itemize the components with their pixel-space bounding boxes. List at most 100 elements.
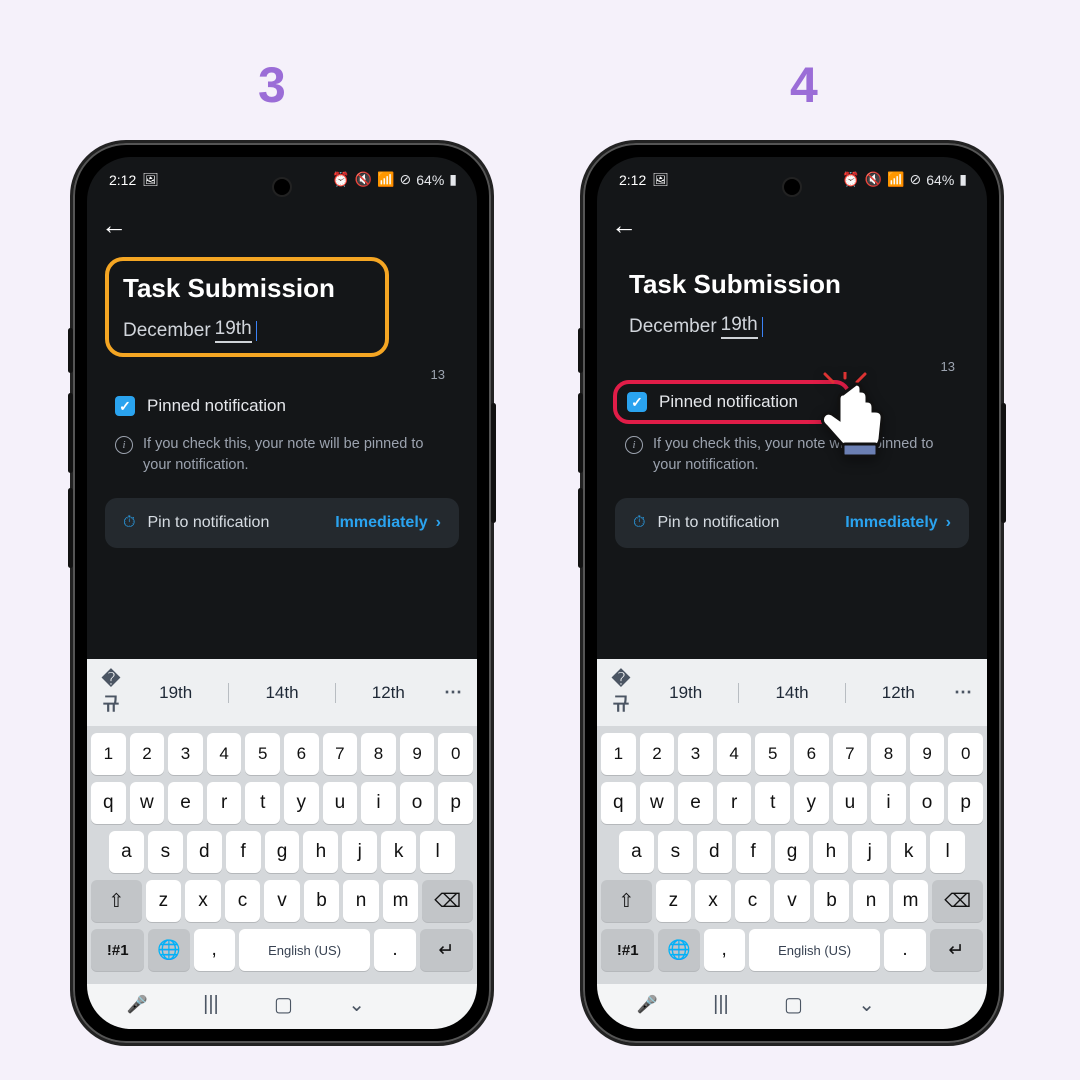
key-q[interactable]: q bbox=[601, 782, 636, 824]
back-arrow-icon[interactable]: ← bbox=[611, 210, 637, 241]
key-9[interactable]: 9 bbox=[400, 733, 435, 775]
key-l[interactable]: l bbox=[930, 831, 965, 873]
key-w[interactable]: w bbox=[640, 782, 675, 824]
key-7[interactable]: 7 bbox=[833, 733, 868, 775]
key-4[interactable]: 4 bbox=[207, 733, 242, 775]
comma-key[interactable]: , bbox=[704, 929, 745, 971]
key-x[interactable]: x bbox=[695, 880, 731, 922]
key-r[interactable]: r bbox=[207, 782, 242, 824]
symbols-key[interactable]: !#1 bbox=[601, 929, 654, 971]
key-1[interactable]: 1 bbox=[91, 733, 126, 775]
key-q[interactable]: q bbox=[91, 782, 126, 824]
key-y[interactable]: y bbox=[794, 782, 829, 824]
key-f[interactable]: f bbox=[736, 831, 771, 873]
key-c[interactable]: c bbox=[225, 880, 261, 922]
key-n[interactable]: n bbox=[343, 880, 379, 922]
key-z[interactable]: z bbox=[146, 880, 182, 922]
key-3[interactable]: 3 bbox=[678, 733, 713, 775]
key-z[interactable]: z bbox=[656, 880, 692, 922]
space-key[interactable]: English (US) bbox=[239, 929, 371, 971]
key-p[interactable]: p bbox=[438, 782, 473, 824]
pinned-checkbox-icon[interactable]: ✓ bbox=[115, 396, 135, 416]
key-8[interactable]: 8 bbox=[361, 733, 396, 775]
key-h[interactable]: h bbox=[303, 831, 338, 873]
key-v[interactable]: v bbox=[264, 880, 300, 922]
key-0[interactable]: 0 bbox=[438, 733, 473, 775]
pinned-checkbox-icon[interactable]: ✓ bbox=[627, 392, 647, 412]
recents-nav-icon[interactable]: ||| bbox=[203, 993, 219, 1016]
key-c[interactable]: c bbox=[735, 880, 771, 922]
space-key[interactable]: English (US) bbox=[749, 929, 881, 971]
key-s[interactable]: s bbox=[148, 831, 183, 873]
key-4[interactable]: 4 bbox=[717, 733, 752, 775]
key-g[interactable]: g bbox=[265, 831, 300, 873]
home-nav-icon[interactable]: ▢ bbox=[274, 992, 293, 1017]
key-t[interactable]: t bbox=[755, 782, 790, 824]
key-j[interactable]: j bbox=[852, 831, 887, 873]
globe-key-icon[interactable]: 🌐 bbox=[658, 929, 699, 971]
pin-schedule-row[interactable]: ⏱ Pin to notification Immediately › bbox=[105, 498, 459, 548]
key-p[interactable]: p bbox=[948, 782, 983, 824]
key-5[interactable]: 5 bbox=[245, 733, 280, 775]
home-nav-icon[interactable]: ▢ bbox=[784, 992, 803, 1017]
note-body-input[interactable]: December 19th bbox=[629, 314, 955, 339]
comma-key[interactable]: , bbox=[194, 929, 235, 971]
shift-key-icon[interactable]: ⇧ bbox=[91, 880, 142, 922]
note-body-input[interactable]: December 19th bbox=[123, 318, 371, 343]
suggestion-2[interactable]: 14th bbox=[229, 683, 334, 703]
key-u[interactable]: u bbox=[323, 782, 358, 824]
note-title-input[interactable]: Task Submission bbox=[629, 269, 955, 300]
key-v[interactable]: v bbox=[774, 880, 810, 922]
key-1[interactable]: 1 bbox=[601, 733, 636, 775]
key-i[interactable]: i bbox=[361, 782, 396, 824]
key-e[interactable]: e bbox=[168, 782, 203, 824]
suggestion-more-icon[interactable]: ⋯ bbox=[441, 682, 465, 703]
pin-schedule-row[interactable]: ⏱ Pin to notification Immediately › bbox=[615, 498, 969, 548]
highlight-pinned-row[interactable]: ✓ Pinned notification bbox=[613, 380, 851, 424]
suggestion-1[interactable]: 19th bbox=[123, 683, 228, 703]
key-u[interactable]: u bbox=[833, 782, 868, 824]
key-h[interactable]: h bbox=[813, 831, 848, 873]
key-f[interactable]: f bbox=[226, 831, 261, 873]
key-j[interactable]: j bbox=[342, 831, 377, 873]
key-r[interactable]: r bbox=[717, 782, 752, 824]
key-e[interactable]: e bbox=[678, 782, 713, 824]
key-w[interactable]: w bbox=[130, 782, 165, 824]
key-7[interactable]: 7 bbox=[323, 733, 358, 775]
key-g[interactable]: g bbox=[775, 831, 810, 873]
symbols-key[interactable]: !#1 bbox=[91, 929, 144, 971]
key-o[interactable]: o bbox=[910, 782, 945, 824]
mic-icon[interactable]: 🎤 bbox=[637, 995, 658, 1015]
key-t[interactable]: t bbox=[245, 782, 280, 824]
key-b[interactable]: b bbox=[814, 880, 850, 922]
key-a[interactable]: a bbox=[619, 831, 654, 873]
globe-key-icon[interactable]: 🌐 bbox=[148, 929, 189, 971]
key-l[interactable]: l bbox=[420, 831, 455, 873]
key-d[interactable]: d bbox=[187, 831, 222, 873]
mic-icon[interactable]: 🎤 bbox=[127, 995, 148, 1015]
key-2[interactable]: 2 bbox=[130, 733, 165, 775]
key-5[interactable]: 5 bbox=[755, 733, 790, 775]
key-2[interactable]: 2 bbox=[640, 733, 675, 775]
enter-key-icon[interactable]: ↵ bbox=[420, 929, 473, 971]
suggestion-1[interactable]: 19th bbox=[633, 683, 738, 703]
key-i[interactable]: i bbox=[871, 782, 906, 824]
back-arrow-icon[interactable]: ← bbox=[101, 210, 127, 241]
backspace-key-icon[interactable]: ⌫ bbox=[932, 880, 983, 922]
note-title-input[interactable]: Task Submission bbox=[123, 273, 371, 304]
enter-key-icon[interactable]: ↵ bbox=[930, 929, 983, 971]
key-n[interactable]: n bbox=[853, 880, 889, 922]
recents-nav-icon[interactable]: ||| bbox=[713, 993, 729, 1016]
key-o[interactable]: o bbox=[400, 782, 435, 824]
key-b[interactable]: b bbox=[304, 880, 340, 922]
suggestion-2[interactable]: 14th bbox=[739, 683, 844, 703]
key-6[interactable]: 6 bbox=[794, 733, 829, 775]
key-8[interactable]: 8 bbox=[871, 733, 906, 775]
key-9[interactable]: 9 bbox=[910, 733, 945, 775]
key-3[interactable]: 3 bbox=[168, 733, 203, 775]
period-key[interactable]: . bbox=[884, 929, 925, 971]
key-x[interactable]: x bbox=[185, 880, 221, 922]
key-m[interactable]: m bbox=[383, 880, 419, 922]
key-d[interactable]: d bbox=[697, 831, 732, 873]
backspace-key-icon[interactable]: ⌫ bbox=[422, 880, 473, 922]
